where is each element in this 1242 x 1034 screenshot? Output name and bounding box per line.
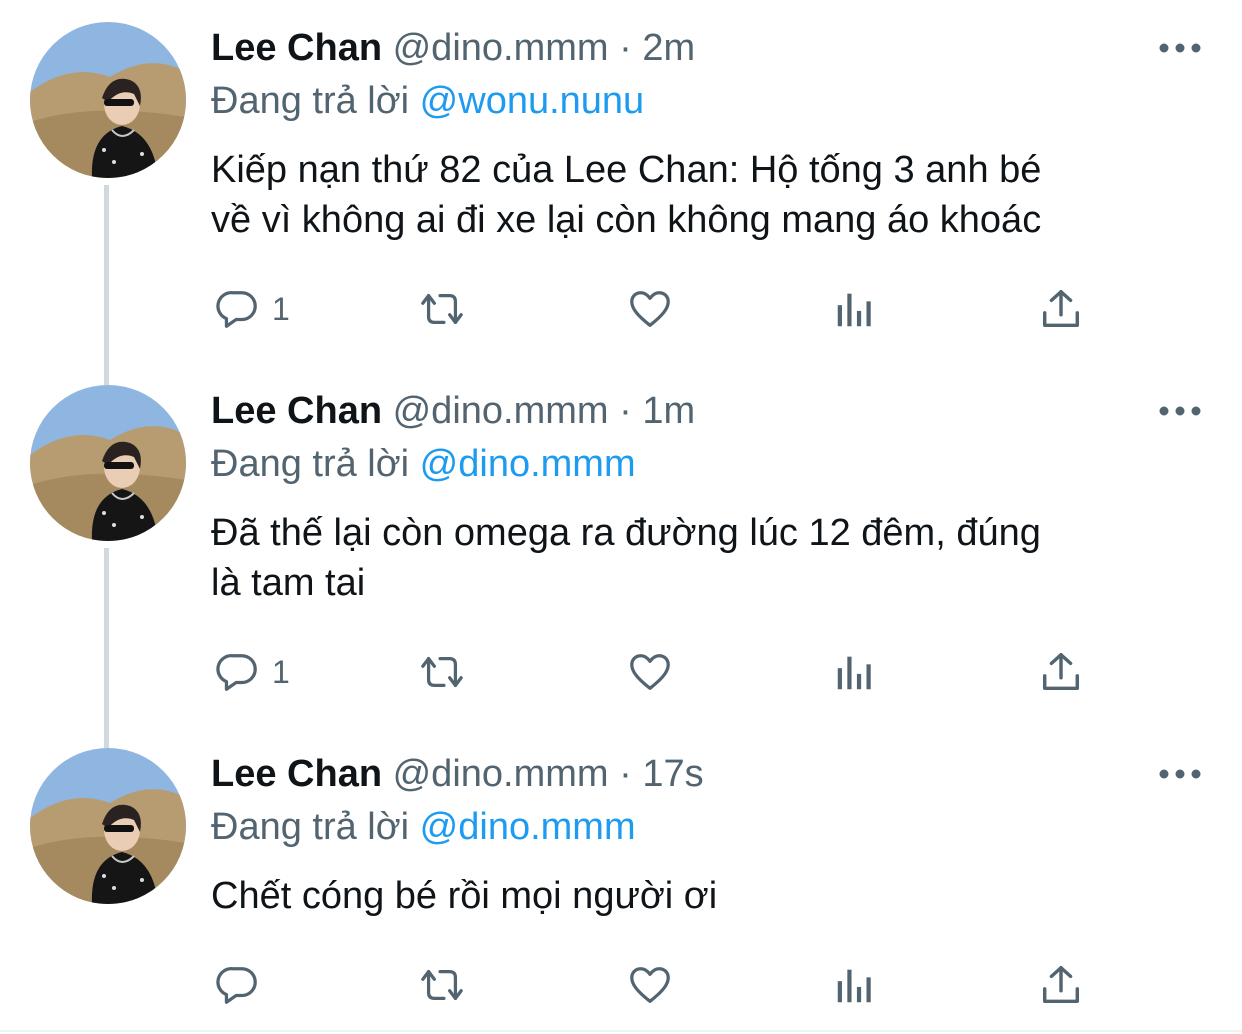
timestamp[interactable]: 1m — [642, 390, 695, 432]
tweet-text: Kiếp nạn thứ 82 của Lee Chan: Hộ tống 3 … — [211, 145, 1211, 245]
replying-to: Đang trả lời @dino.mmm — [211, 804, 636, 850]
display-name[interactable]: Lee Chan — [211, 390, 382, 432]
more-icon[interactable] — [1158, 401, 1202, 421]
tweet-text: Chết cóng bé rồi mọi người ơi — [211, 871, 1211, 921]
reply-icon — [214, 962, 260, 1008]
like-button[interactable] — [626, 284, 674, 334]
like-icon — [626, 962, 674, 1008]
retweet-button[interactable] — [414, 647, 470, 697]
tweet-header: Lee Chan @dino.mmm · 1m — [211, 388, 695, 434]
action-bar: 1 — [0, 647, 1242, 697]
divider — [0, 1030, 1242, 1032]
analytics-icon — [832, 649, 878, 695]
share-icon — [1038, 649, 1084, 695]
more-icon[interactable] — [1158, 38, 1202, 58]
tweet[interactable]: Lee Chan @dino.mmm · 2m Đang trả lời @wo… — [0, 0, 1242, 360]
like-icon — [626, 286, 674, 332]
analytics-icon — [832, 286, 878, 332]
reply-mention-link[interactable]: @dino.mmm — [420, 806, 636, 848]
reply-mention-link[interactable]: @dino.mmm — [420, 443, 636, 485]
tweet-text-line: Chết cóng bé rồi mọi người ơi — [211, 875, 718, 917]
reply-count: 1 — [272, 653, 290, 690]
share-button[interactable] — [1038, 960, 1084, 1010]
retweet-icon — [414, 286, 470, 332]
tweet-text-line: Kiếp nạn thứ 82 của Lee Chan: Hộ tống 3 … — [211, 149, 1042, 191]
retweet-icon — [414, 962, 470, 1008]
reply-button[interactable]: 1 — [214, 647, 290, 697]
reply-mention-link[interactable]: @wonu.nunu — [420, 80, 645, 122]
more-icon[interactable] — [1158, 764, 1202, 784]
analytics-button[interactable] — [832, 647, 878, 697]
analytics-icon — [832, 962, 878, 1008]
analytics-button[interactable] — [832, 284, 878, 334]
analytics-button[interactable] — [832, 960, 878, 1010]
separator-dot: · — [619, 753, 632, 795]
like-button[interactable] — [626, 960, 674, 1010]
share-button[interactable] — [1038, 647, 1084, 697]
timestamp[interactable]: 17s — [642, 753, 703, 795]
avatar[interactable] — [30, 22, 186, 178]
reply-count: 1 — [272, 290, 290, 327]
tweet-text: Đã thế lại còn omega ra đường lúc 12 đêm… — [211, 508, 1211, 608]
retweet-button[interactable] — [414, 960, 470, 1010]
tweet[interactable]: Lee Chan @dino.mmm · 17s Đang trả lời @d… — [0, 726, 1242, 1026]
reply-prefix: Đang trả lời — [211, 80, 410, 122]
tweet-header: Lee Chan @dino.mmm · 17s — [211, 751, 704, 797]
reply-button[interactable]: 1 — [214, 284, 290, 334]
tweet-text-line: Đã thế lại còn omega ra đường lúc 12 đêm… — [211, 512, 1041, 554]
display-name[interactable]: Lee Chan — [211, 753, 382, 795]
separator-dot: · — [619, 27, 632, 69]
like-icon — [626, 649, 674, 695]
user-handle[interactable]: @dino.mmm — [393, 390, 609, 432]
replying-to: Đang trả lời @wonu.nunu — [211, 78, 644, 124]
reply-button[interactable] — [214, 960, 272, 1010]
separator-dot: · — [619, 390, 632, 432]
avatar[interactable] — [30, 385, 186, 541]
retweet-icon — [414, 649, 470, 695]
timestamp[interactable]: 2m — [642, 27, 695, 69]
reply-icon — [214, 649, 260, 695]
action-bar — [0, 960, 1242, 1010]
display-name[interactable]: Lee Chan — [211, 27, 382, 69]
reply-prefix: Đang trả lời — [211, 806, 410, 848]
replying-to: Đang trả lời @dino.mmm — [211, 441, 636, 487]
share-icon — [1038, 286, 1084, 332]
user-handle[interactable]: @dino.mmm — [393, 753, 609, 795]
avatar[interactable] — [30, 748, 186, 904]
tweet[interactable]: Lee Chan @dino.mmm · 1m Đang trả lời @di… — [0, 363, 1242, 723]
like-button[interactable] — [626, 647, 674, 697]
reply-icon — [214, 286, 260, 332]
user-handle[interactable]: @dino.mmm — [393, 27, 609, 69]
tweet-header: Lee Chan @dino.mmm · 2m — [211, 25, 695, 71]
share-button[interactable] — [1038, 284, 1084, 334]
share-icon — [1038, 962, 1084, 1008]
tweet-text-line: về vì không ai đi xe lại còn không mang … — [211, 199, 1042, 241]
tweet-text-line: là tam tai — [211, 562, 366, 604]
reply-prefix: Đang trả lời — [211, 443, 410, 485]
retweet-button[interactable] — [414, 284, 470, 334]
action-bar: 1 — [0, 284, 1242, 334]
